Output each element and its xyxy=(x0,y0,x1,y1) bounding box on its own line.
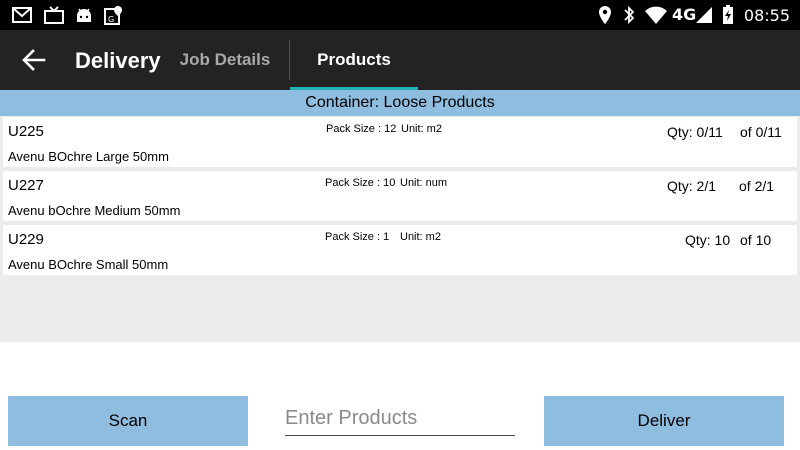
bluetooth-icon xyxy=(622,5,636,25)
page-title: Delivery xyxy=(75,48,161,73)
tab-products[interactable]: Products xyxy=(290,30,418,90)
battery-icon xyxy=(722,5,734,25)
status-bar: G 4G 08:55 xyxy=(0,0,800,30)
quantity[interactable]: Qty: 10 xyxy=(685,232,730,248)
pack-size: Pack Size : 1 xyxy=(325,231,390,243)
pack-size: Pack Size : 12 xyxy=(326,123,397,135)
quantity[interactable]: Qty: 0/11 xyxy=(667,124,723,140)
enter-products-input[interactable] xyxy=(285,402,515,436)
product-row[interactable]: U229 Pack Size : 1 Unit: m2 Qty: 10 of 1… xyxy=(3,225,797,275)
signal-icon xyxy=(695,5,713,25)
wifi-icon xyxy=(644,5,668,25)
app-bar: Delivery Job Details Products xyxy=(0,30,800,90)
quantity-total: of 0/11 xyxy=(740,124,782,140)
product-code: U225 xyxy=(8,123,44,140)
quantity[interactable]: Qty: 2/1 xyxy=(667,178,716,194)
product-description: Avenu BOchre Large 50mm xyxy=(8,149,169,164)
container-header: Container: Loose Products xyxy=(0,90,800,116)
svg-text:G: G xyxy=(108,15,114,24)
unit: Unit: m2 xyxy=(401,123,442,135)
quantity-total: of 10 xyxy=(740,232,772,248)
maps-icon: G xyxy=(104,5,124,25)
product-description: Avenu bOchre Medium 50mm xyxy=(8,203,181,218)
product-description: Avenu BOchre Small 50mm xyxy=(8,257,169,272)
tv-icon xyxy=(44,5,64,25)
unit: Unit: m2 xyxy=(400,231,441,243)
unit: Unit: num xyxy=(400,177,448,189)
product-code: U229 xyxy=(8,231,44,248)
deliver-button[interactable]: Deliver xyxy=(544,396,784,446)
product-row[interactable]: U227 Pack Size : 10 Unit: num Qty: 2/1 o… xyxy=(3,171,797,221)
product-row[interactable]: U225 Pack Size : 12 Unit: m2 Qty: 0/11 o… xyxy=(3,117,797,167)
android-icon xyxy=(75,5,93,25)
scan-button[interactable]: Scan xyxy=(8,396,248,446)
network-type: 4G xyxy=(672,5,697,24)
pack-size: Pack Size : 10 xyxy=(325,177,396,189)
back-arrow-icon[interactable] xyxy=(20,47,50,73)
quantity-total: of 2/1 xyxy=(739,178,775,194)
status-time: 08:55 xyxy=(743,6,790,25)
tab-job-details[interactable]: Job Details xyxy=(170,30,280,90)
gmail-icon xyxy=(12,5,32,25)
product-code: U227 xyxy=(8,177,44,194)
product-list: U225 Pack Size : 12 Unit: m2 Qty: 0/11 o… xyxy=(0,116,800,342)
location-icon xyxy=(598,5,612,25)
